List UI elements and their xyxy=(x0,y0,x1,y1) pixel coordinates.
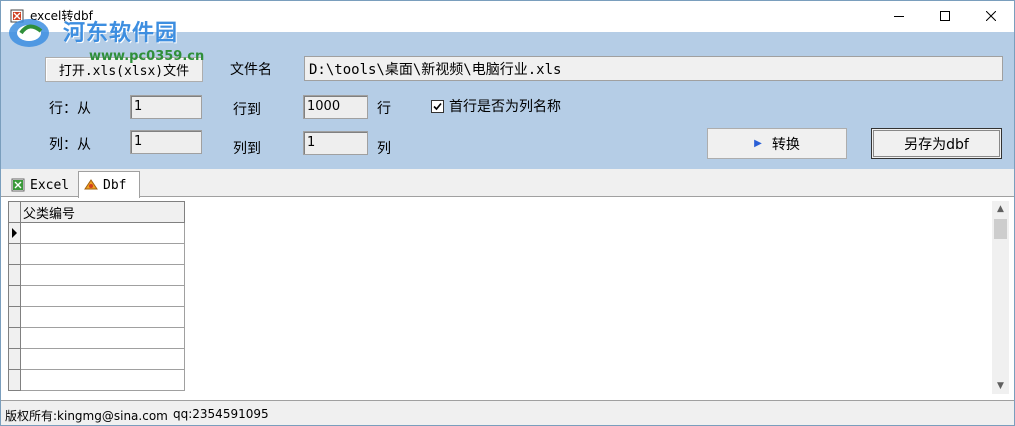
col-to-label: 列到 xyxy=(233,141,261,157)
minimize-icon xyxy=(894,16,904,17)
row-header xyxy=(8,243,21,265)
checkmark-icon xyxy=(433,102,442,111)
row-suffix-label: 行 xyxy=(377,101,391,117)
scroll-thumb[interactable] xyxy=(994,219,1007,239)
row-from-label: 行：从 xyxy=(49,101,91,117)
convert-button[interactable]: ▶ 转换 xyxy=(707,128,847,159)
window-title: excel转dbf xyxy=(30,9,93,23)
table-row[interactable] xyxy=(8,348,185,370)
grid-cell[interactable] xyxy=(20,348,185,370)
title-bar: excel转dbf xyxy=(1,1,1014,32)
app-icon xyxy=(10,9,24,23)
form-panel: 打开.xls(xlsx)文件 文件名 D:\tools\桌面\新视频\电脑行业.… xyxy=(1,32,1014,169)
status-qq: qq:2354591095 xyxy=(173,407,269,421)
grid-cell[interactable] xyxy=(20,243,185,265)
scroll-up-icon[interactable]: ▲ xyxy=(992,201,1009,217)
filename-field[interactable]: D:\tools\桌面\新视频\电脑行业.xls xyxy=(304,56,1003,81)
column-header[interactable]: 父类编号 xyxy=(20,201,185,223)
scroll-down-icon[interactable]: ▼ xyxy=(992,378,1009,394)
app-window: excel转dbf 打开.xls(xlsx)文件 文件名 D:\tools\桌面… xyxy=(0,0,1015,426)
tab-excel-label: Excel xyxy=(30,177,70,193)
vertical-scrollbar[interactable]: ▲ ▼ xyxy=(992,201,1009,394)
first-row-header-label[interactable]: 首行是否为列名称 xyxy=(449,96,561,116)
row-to-label: 行到 xyxy=(233,102,261,118)
row-header xyxy=(8,348,21,370)
convert-button-label: 转换 xyxy=(771,136,800,153)
grid-cell[interactable] xyxy=(20,369,185,391)
play-arrow-icon: ▶ xyxy=(754,138,762,149)
close-icon xyxy=(986,11,996,21)
minimize-button[interactable] xyxy=(876,1,922,31)
maximize-button[interactable] xyxy=(922,1,968,31)
tab-excel[interactable]: Excel xyxy=(6,173,78,197)
table-row[interactable] xyxy=(8,264,185,286)
col-to-input[interactable]: 1 xyxy=(303,131,368,155)
data-grid-area: 父类编号 ▲ ▼ xyxy=(1,197,1014,399)
row-header-corner xyxy=(8,201,21,223)
table-row[interactable] xyxy=(8,285,185,307)
table-row[interactable] xyxy=(8,222,185,244)
grid-cell[interactable] xyxy=(20,306,185,328)
grid-cell[interactable] xyxy=(20,222,185,244)
grid-cell[interactable] xyxy=(20,264,185,286)
grid-header-row: 父类编号 xyxy=(8,201,185,223)
grid-cell[interactable] xyxy=(20,285,185,307)
first-row-header-checkbox[interactable] xyxy=(431,100,444,113)
dbf-icon xyxy=(84,179,98,190)
tab-dbf-label: Dbf xyxy=(103,177,127,193)
status-copyright: 版权所有:kingmg@sina.com xyxy=(5,409,168,423)
current-row-indicator-icon xyxy=(8,222,21,244)
col-from-input[interactable]: 1 xyxy=(130,130,202,154)
col-suffix-label: 列 xyxy=(377,141,391,157)
maximize-icon xyxy=(940,11,950,21)
grid-cell[interactable] xyxy=(20,327,185,349)
row-to-input[interactable]: 1000 xyxy=(303,95,368,119)
excel-icon xyxy=(11,178,25,192)
table-row[interactable] xyxy=(8,306,185,328)
data-grid[interactable]: 父类编号 xyxy=(8,201,185,391)
col-from-label: 列：从 xyxy=(49,137,91,153)
row-header xyxy=(8,369,21,391)
save-as-dbf-button[interactable]: 另存为dbf xyxy=(871,128,1002,159)
row-from-input[interactable]: 1 xyxy=(130,95,202,119)
row-header xyxy=(8,306,21,328)
filename-label: 文件名 xyxy=(230,62,272,78)
tab-bar: Excel Dbf xyxy=(1,169,1014,198)
close-button[interactable] xyxy=(968,1,1014,31)
row-header xyxy=(8,264,21,286)
table-row[interactable] xyxy=(8,243,185,265)
row-header xyxy=(8,285,21,307)
table-row[interactable] xyxy=(8,369,185,391)
open-file-button[interactable]: 打开.xls(xlsx)文件 xyxy=(45,57,203,82)
table-row[interactable] xyxy=(8,327,185,349)
status-bar: 版权所有:kingmg@sina.com qq:2354591095 xyxy=(1,400,1014,425)
tab-dbf[interactable]: Dbf xyxy=(78,171,140,198)
row-header xyxy=(8,327,21,349)
